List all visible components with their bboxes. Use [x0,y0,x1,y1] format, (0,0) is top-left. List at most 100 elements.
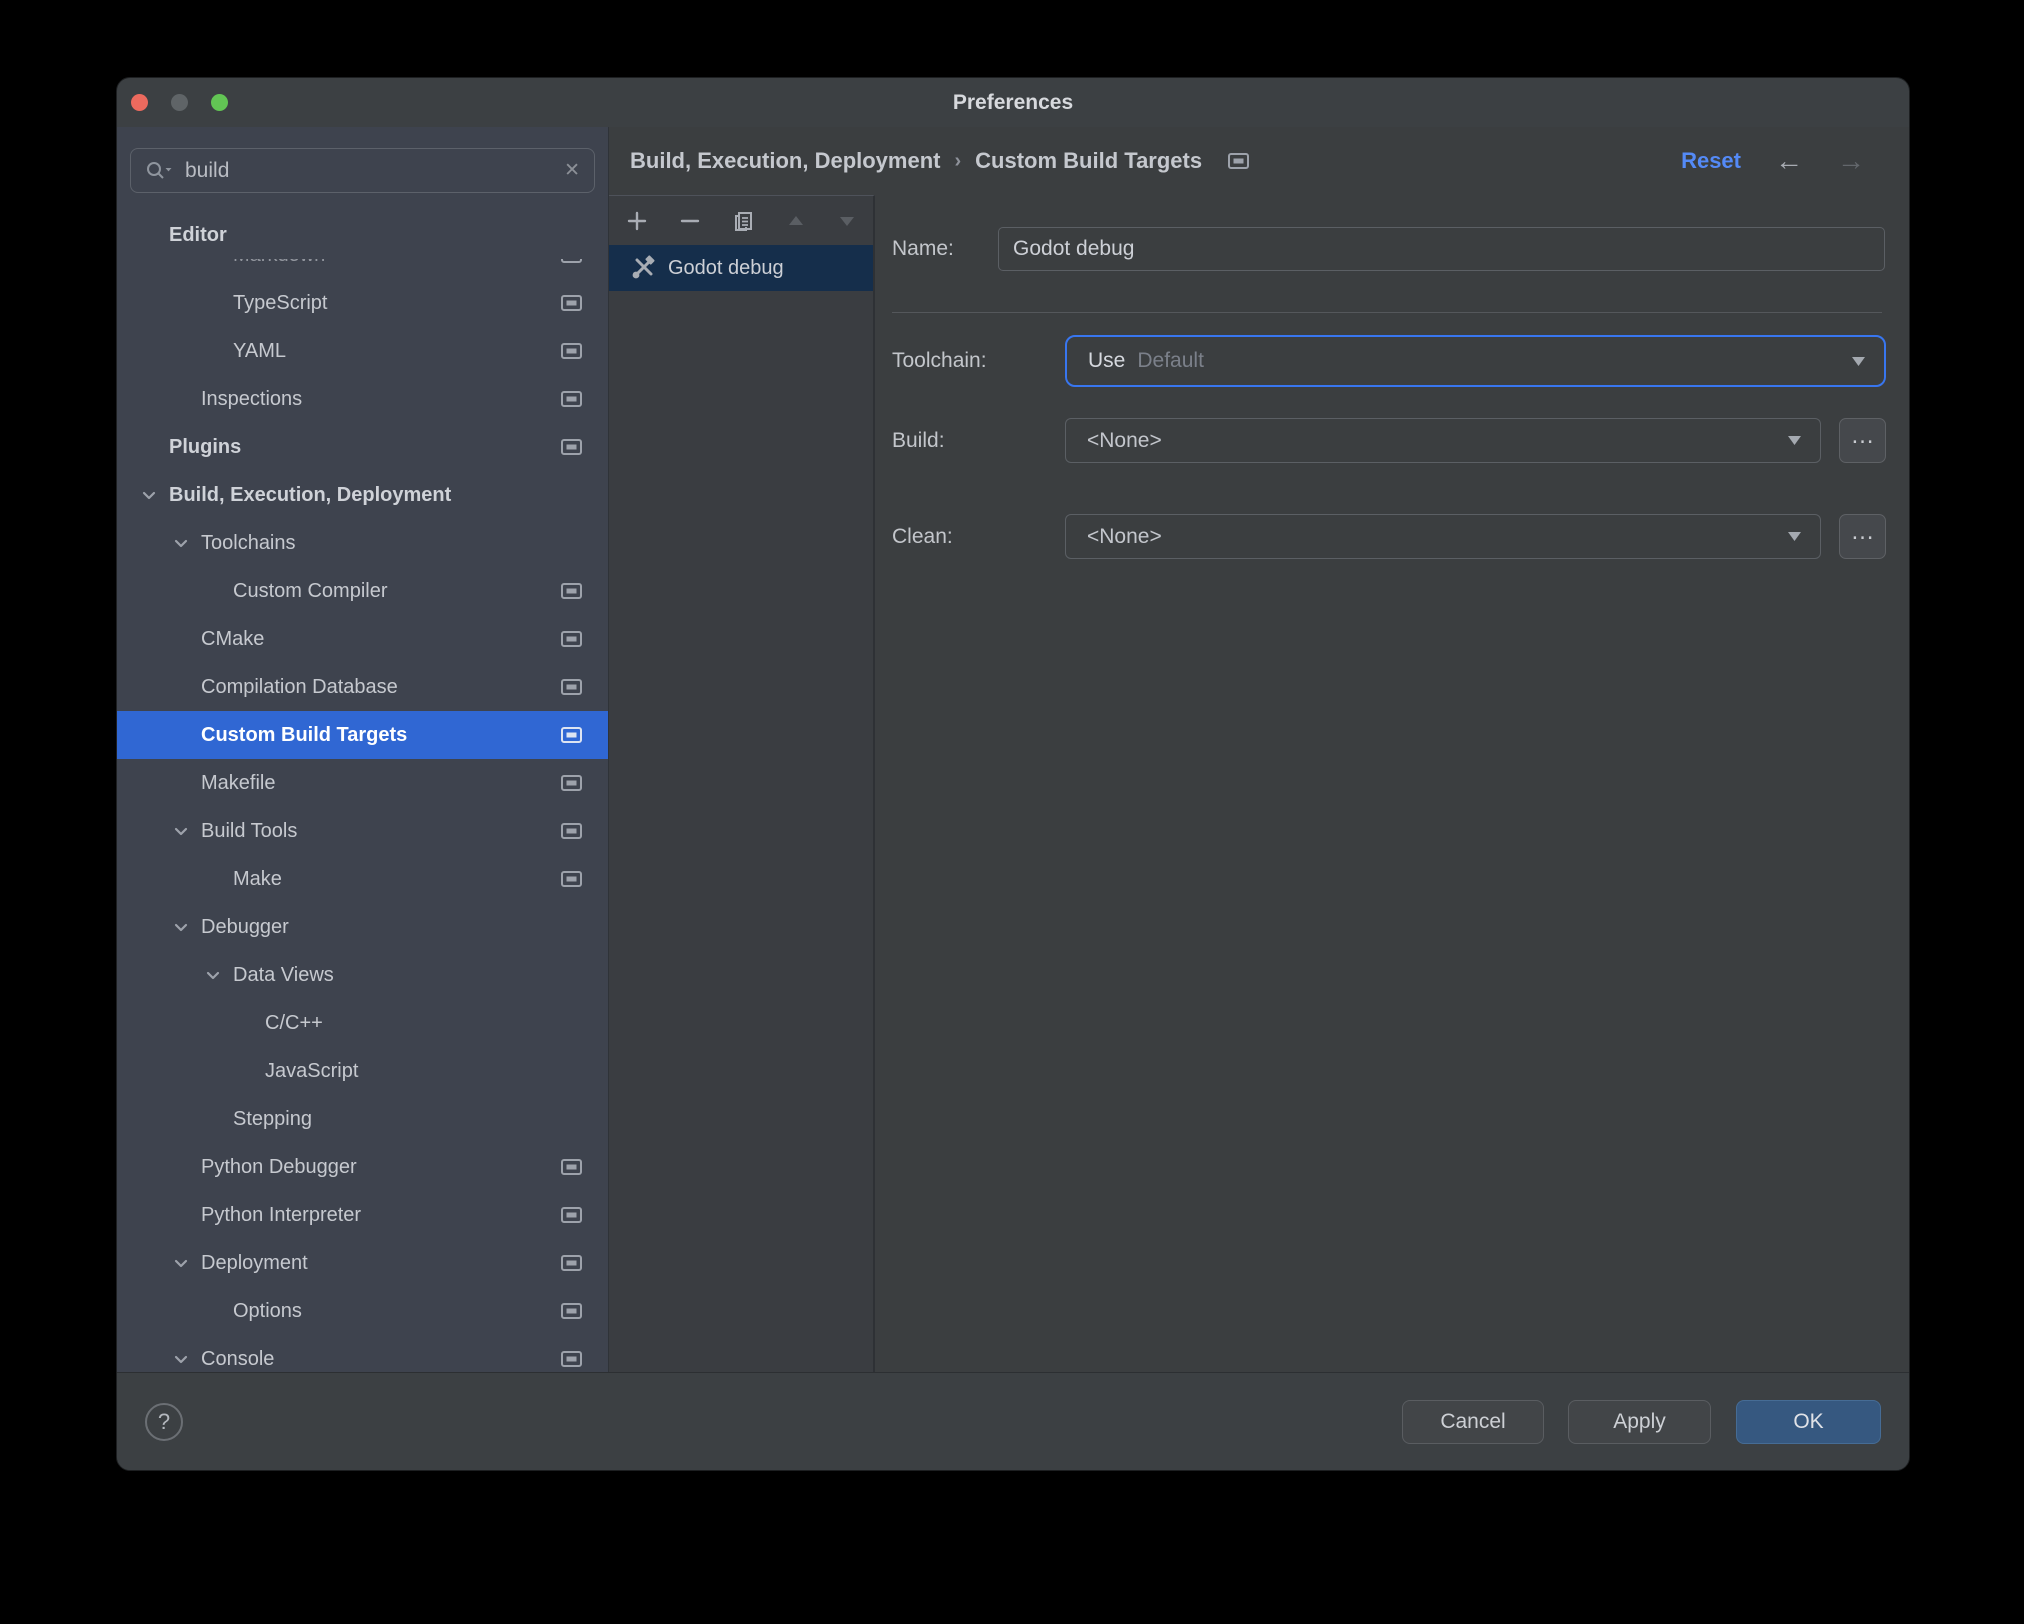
sidebar-item-inspections[interactable]: Inspections [117,375,608,423]
sidebar-item-python-debugger[interactable]: Python Debugger [117,1143,608,1191]
sidebar-item-label: YAML [233,339,286,362]
sidebar-item-compilation-database[interactable]: Compilation Database [117,663,608,711]
list-toolbar [609,196,873,245]
back-arrow-button[interactable]: ← [1775,147,1803,175]
build-browse-button[interactable]: … [1839,418,1886,463]
chevron-down-icon[interactable] [169,915,201,939]
sidebar-item-label: Data Views [233,963,334,986]
ok-button[interactable]: OK [1736,1399,1881,1444]
sidebar-item-label: Stepping [233,1107,312,1130]
sidebar-item-plugins[interactable]: Plugins [117,423,608,471]
chevron-down-icon[interactable] [169,531,201,555]
add-button[interactable] [625,209,649,233]
minimize-button[interactable] [171,94,188,111]
sidebar-item-options[interactable]: Options [117,1287,608,1335]
sidebar-item-custom-compiler[interactable]: Custom Compiler [117,567,608,615]
reset-link[interactable]: Reset [1681,148,1741,174]
clean-label: Clean: [892,524,953,548]
build-target-label: Godot debug [668,256,784,279]
sidebar-item-label: Options [233,1299,302,1322]
sidebar-item-custom-build-targets[interactable]: Custom Build Targets [117,711,608,759]
sidebar-item-label: Plugins [169,435,242,458]
clean-value: <None> [1087,524,1162,548]
sidebar-item-build-tools[interactable]: Build Tools [117,807,608,855]
dropdown-arrow-icon [1787,435,1802,446]
settings-page-icon [561,679,582,695]
settings-content: Godot debug Name: Godot debug Toolchain:… [609,195,1909,1372]
clear-search-icon[interactable]: ✕ [564,159,580,182]
chevron-down-icon[interactable] [169,1251,201,1275]
build-label: Build: [892,428,945,452]
help-button[interactable]: ? [145,1402,183,1441]
sidebar-item-typescript[interactable]: TypeScript [117,279,608,327]
sidebar-item-label: CMake [201,627,265,650]
sidebar-item-data-views[interactable]: Data Views [117,951,608,999]
move-down-button[interactable] [836,210,858,232]
chevron-down-icon[interactable] [201,963,233,987]
sidebar-item-label: Debugger [201,915,289,938]
sidebar-item-label: Custom Build Targets [201,723,408,746]
forward-arrow-button[interactable]: → [1837,147,1865,175]
sidebar-item-cmake[interactable]: CMake [117,615,608,663]
chevron-down-icon[interactable] [169,819,201,843]
dialog-footer: ? Cancel Apply OK [117,1372,1909,1470]
sidebar-item-label: Python Debugger [201,1155,357,1178]
sidebar-item-build-execution-deployment[interactable]: Build, Execution, Deployment [117,471,608,519]
settings-header: Build, Execution, Deployment › Custom Bu… [609,127,1909,195]
sidebar-item-deployment[interactable]: Deployment [117,1239,608,1287]
sidebar-item-toolchains[interactable]: Toolchains [117,519,608,567]
sidebar-item-debugger[interactable]: Debugger [117,903,608,951]
screen: Preferences build ✕ EditorMarkdownTypeSc… [0,0,2024,1624]
sidebar-item-label: TypeScript [233,291,328,314]
settings-tree: EditorMarkdownTypeScriptYAMLInspectionsP… [117,211,608,1372]
move-up-button[interactable] [785,210,807,232]
toolchain-value: Use [1088,349,1126,372]
window-title: Preferences [952,91,1074,114]
settings-page-icon [561,1207,582,1223]
clean-select[interactable]: <None> [1065,514,1821,559]
sidebar-item-python-interpreter[interactable]: Python Interpreter [117,1191,608,1239]
sidebar-item-yaml[interactable]: YAML [117,327,608,375]
chevron-down-icon[interactable] [169,1347,201,1371]
sidebar-item-label: Console [201,1347,275,1370]
settings-page-icon [1228,153,1250,169]
sidebar-item-makefile[interactable]: Makefile [117,759,608,807]
toolchain-select[interactable]: Use Default [1065,335,1886,387]
settings-page-icon [561,439,582,455]
zoom-button[interactable] [211,94,228,111]
close-button[interactable] [131,94,148,111]
name-label: Name: [892,237,954,260]
build-value: <None> [1087,428,1162,452]
remove-button[interactable] [678,209,702,233]
settings-page-icon [561,775,582,791]
cancel-button[interactable]: Cancel [1402,1399,1544,1444]
sidebar-item-console[interactable]: Console [117,1335,608,1372]
apply-button[interactable]: Apply [1568,1399,1711,1444]
settings-search-input[interactable]: build ✕ [130,148,595,193]
breadcrumb-parent[interactable]: Build, Execution, Deployment [630,148,940,174]
clean-browse-button[interactable]: … [1839,514,1886,559]
name-input[interactable]: Godot debug [998,227,1885,271]
sidebar-item-editor[interactable]: Editor [117,211,608,259]
chevron-down-icon[interactable] [137,483,169,507]
sidebar-item-label: Python Interpreter [201,1203,362,1226]
build-select[interactable]: <None> [1065,418,1821,463]
toolchain-label: Toolchain: [892,349,987,372]
sidebar-item-make[interactable]: Make [117,855,608,903]
build-target-item-godot-debug[interactable]: Godot debug [609,245,873,291]
sidebar-item-javascript[interactable]: JavaScript [117,1047,608,1095]
settings-page-icon [561,1255,582,1271]
dropdown-arrow-icon [1851,356,1866,367]
settings-page-icon [561,871,582,887]
sidebar-item-c-c[interactable]: C/C++ [117,999,608,1047]
sidebar-item-stepping[interactable]: Stepping [117,1095,608,1143]
sidebar-item-label: C/C++ [265,1011,323,1034]
dropdown-arrow-icon [1787,531,1802,542]
settings-page-icon [561,1159,582,1175]
build-targets-list-panel: Godot debug [609,195,875,1372]
sidebar-item-label: Makefile [201,771,276,794]
duplicate-button[interactable] [731,208,756,233]
settings-page-icon [561,343,582,359]
settings-page-icon [561,1303,582,1319]
settings-main-panel: Build, Execution, Deployment › Custom Bu… [608,127,1909,1372]
